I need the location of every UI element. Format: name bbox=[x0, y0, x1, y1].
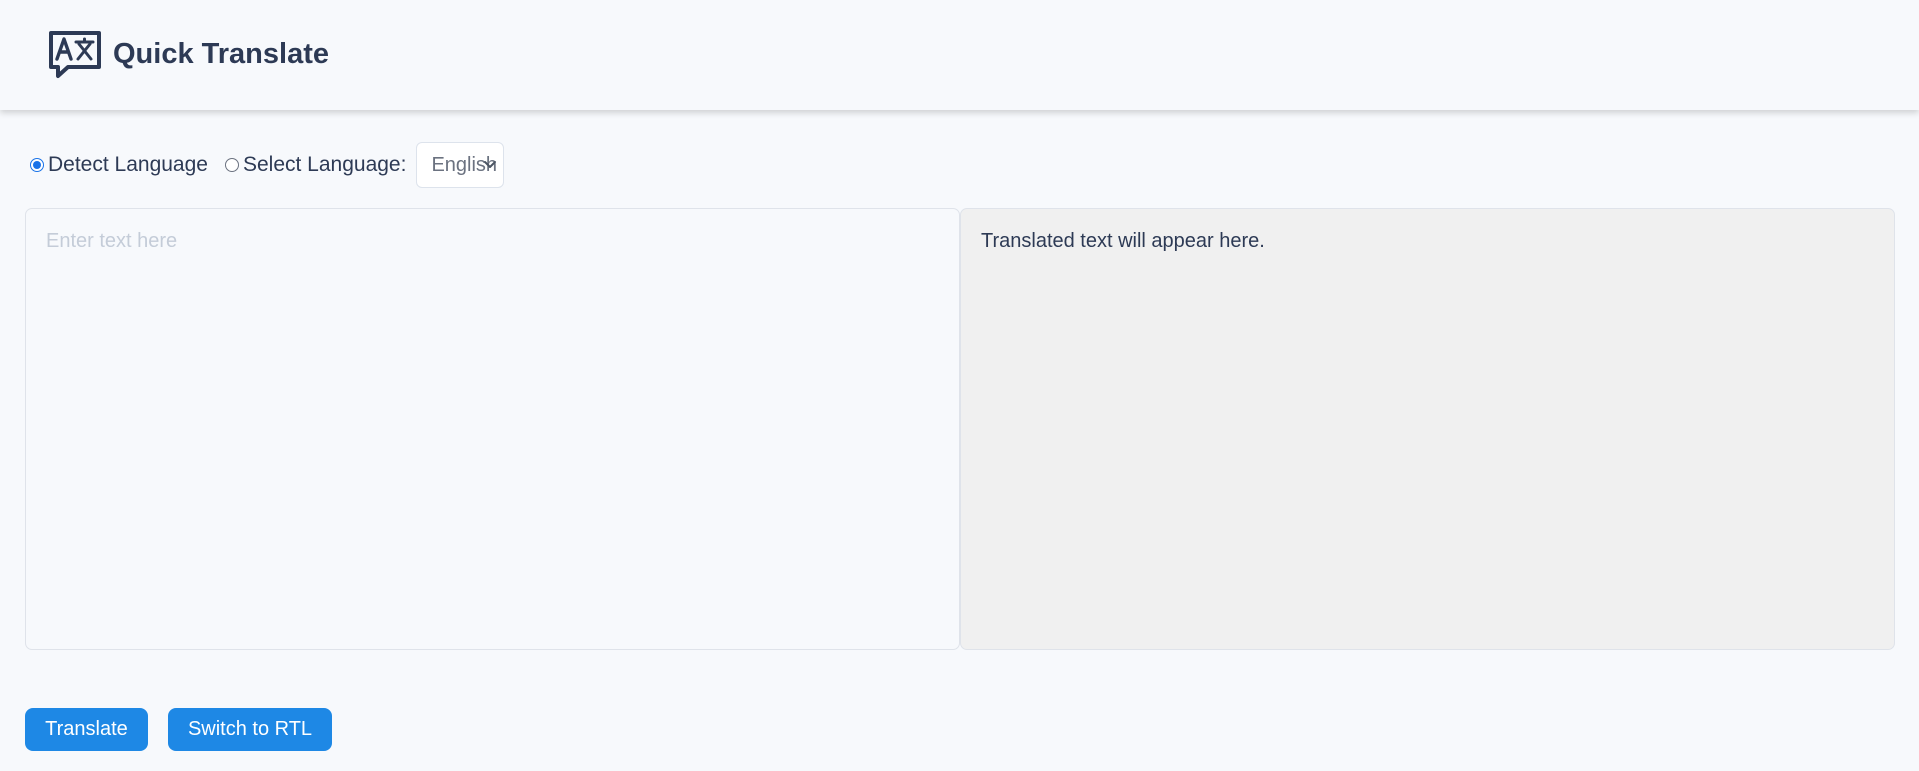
translation-output: Translated text will appear here. bbox=[960, 208, 1895, 650]
chevron-down-icon bbox=[484, 161, 497, 168]
select-language-label[interactable]: Select Language: bbox=[243, 153, 406, 177]
detect-language-radio[interactable] bbox=[30, 158, 44, 172]
app-title: Quick Translate bbox=[113, 38, 329, 70]
language-select[interactable]: English bbox=[416, 142, 505, 188]
select-language-radio[interactable] bbox=[224, 158, 239, 172]
source-text-input[interactable]: Enter text here bbox=[25, 208, 960, 650]
language-controls: Detect Language Select Language: English bbox=[30, 142, 505, 188]
source-text-placeholder: Enter text here bbox=[46, 230, 178, 252]
detect-language-label[interactable]: Detect Language bbox=[48, 153, 208, 177]
translate-icon bbox=[49, 31, 101, 78]
translate-button[interactable]: Translate bbox=[25, 708, 148, 751]
switch-rtl-button[interactable]: Switch to RTL bbox=[168, 708, 332, 751]
app-header: Quick Translate bbox=[0, 0, 1919, 110]
translation-output-text: Translated text will appear here. bbox=[981, 230, 1265, 252]
